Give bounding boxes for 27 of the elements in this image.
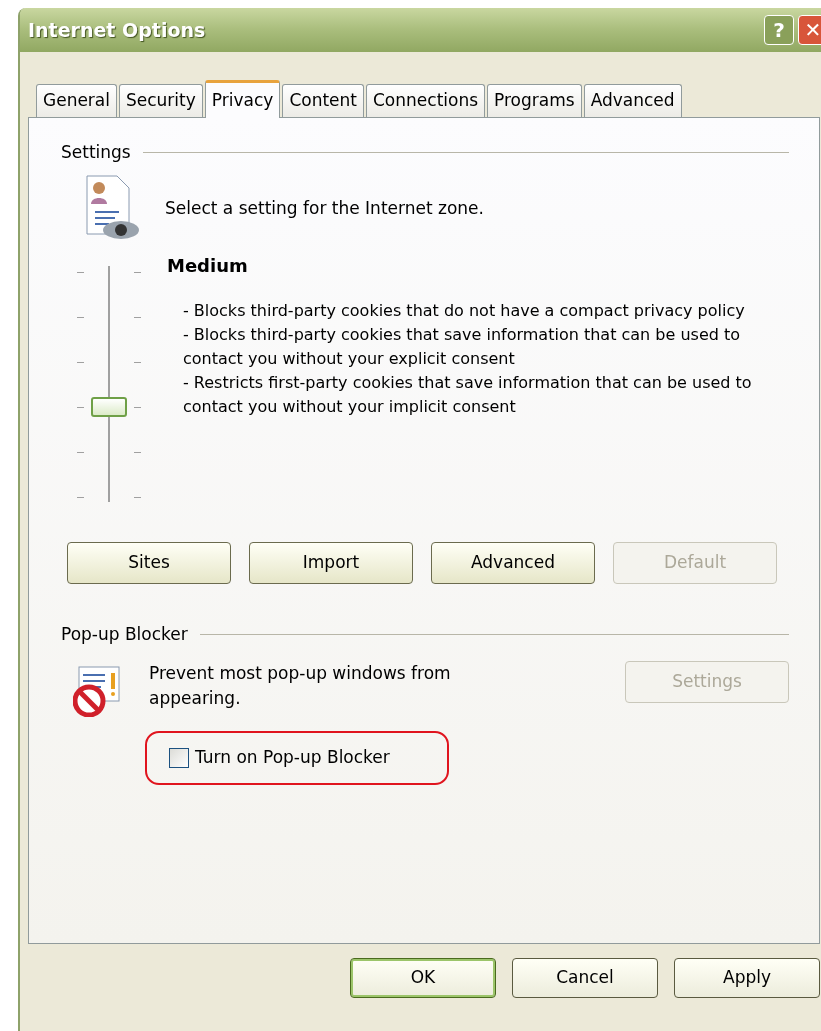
action-button[interactable]: Import <box>249 541 413 584</box>
dialog-button[interactable]: OK <box>350 958 496 998</box>
tab[interactable]: Content <box>282 84 364 117</box>
description-text: - Restricts first-party cookies that save information that can be used to contact you without your implicit consent <box>183 371 753 418</box>
popup-blocker-checkbox[interactable]: Turn on Pop-up Blocker <box>169 745 390 771</box>
tab[interactable]: Advanced <box>583 84 682 117</box>
popup-description: Prevent most pop-up windows from appearing. <box>149 663 451 708</box>
tab[interactable]: Security <box>119 84 203 117</box>
slider-thumb[interactable] <box>91 396 127 417</box>
action-button[interactable]: Sites <box>67 541 231 584</box>
description-text: - Blocks third-party cookies that save information that can be used to contact you without your explicit consent <box>183 323 742 370</box>
blocked-popup-icon <box>73 665 121 717</box>
close-button[interactable]: ✕ <box>798 15 821 45</box>
checkbox[interactable] <box>169 748 189 768</box>
dialog-button[interactable]: Apply <box>674 958 820 998</box>
dialog-button[interactable]: Cancel <box>512 958 658 998</box>
description-text: - Blocks third-party cookies that do not have a compact privacy policy <box>183 299 746 322</box>
tab[interactable]: Programs <box>487 84 582 117</box>
level-name: Medium <box>167 253 249 278</box>
section-heading: Pop-up Blocker <box>61 622 188 646</box>
tab[interactable]: Privacy <box>204 80 281 118</box>
tab[interactable]: General <box>36 84 117 117</box>
window-title: Internet Options <box>28 17 207 43</box>
prompt-text: Select a setting for the Internet zone. <box>165 196 484 220</box>
tab[interactable]: Connections <box>366 84 486 117</box>
action-button[interactable]: Advanced <box>431 541 595 584</box>
section-heading: Settings <box>61 141 131 164</box>
